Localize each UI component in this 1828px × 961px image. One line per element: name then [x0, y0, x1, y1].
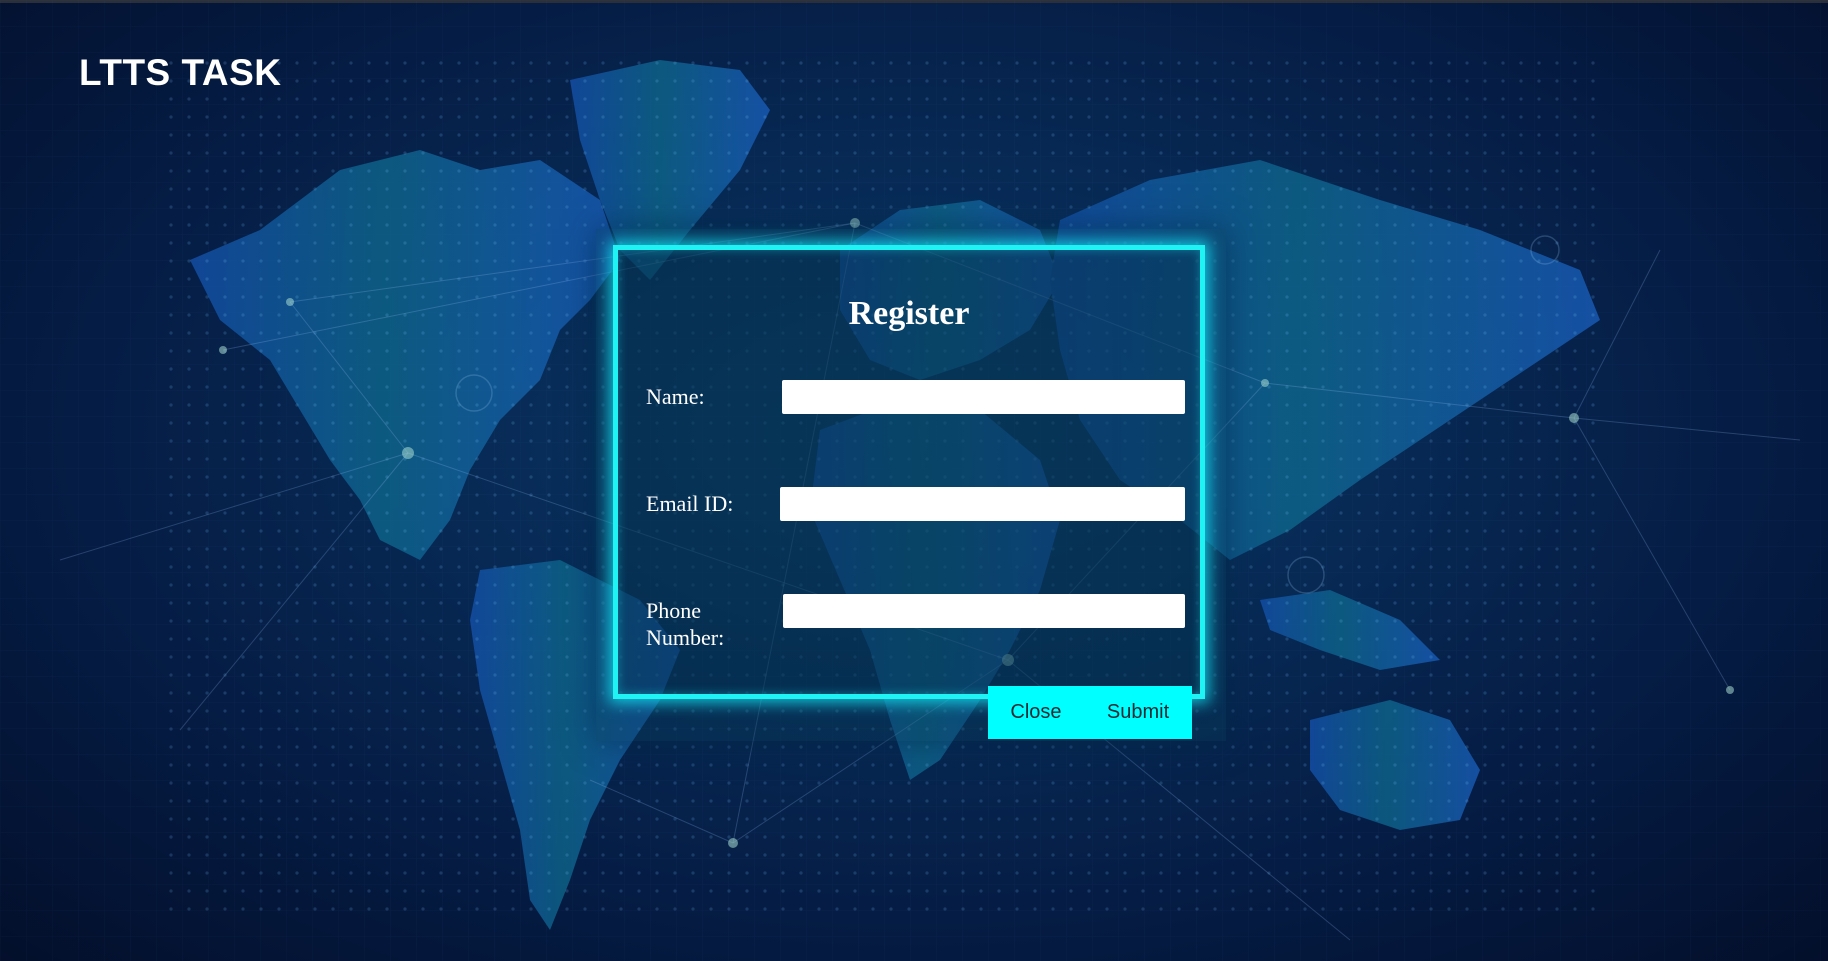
phone-input[interactable] [783, 594, 1185, 628]
email-label: Email ID: [646, 491, 734, 516]
register-form: Register Name: Email ID: Phone Number: [613, 245, 1205, 699]
phone-label: Phone Number: [646, 598, 725, 650]
form-title: Register [848, 295, 970, 332]
submit-button[interactable]: Submit [1084, 686, 1192, 739]
email-input[interactable] [780, 487, 1185, 521]
name-label: Name: [646, 384, 705, 409]
app-title: LTTS TASK [79, 52, 282, 93]
name-input[interactable] [782, 380, 1185, 414]
close-button[interactable]: Close [988, 686, 1084, 739]
form-actions: Close Submit [988, 686, 1192, 739]
